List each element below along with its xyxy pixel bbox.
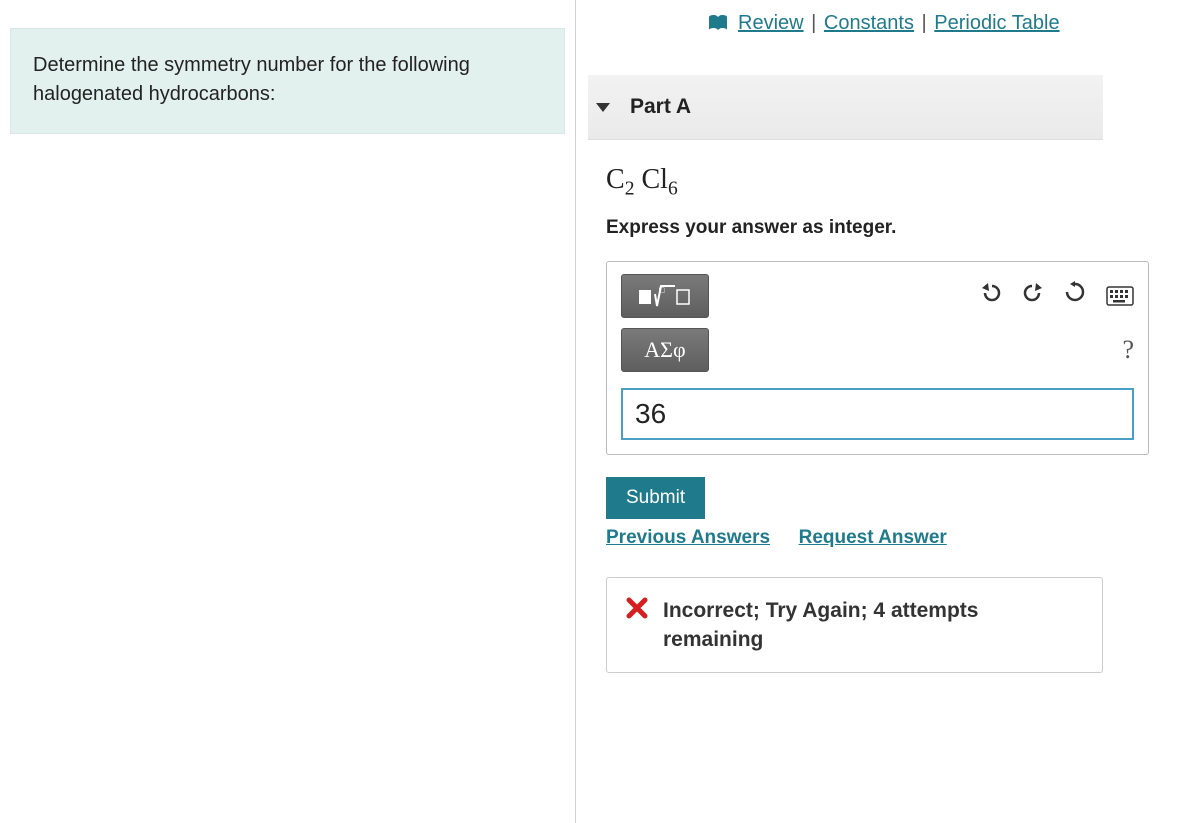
answer-input[interactable]: [621, 388, 1134, 440]
request-answer-link[interactable]: Request Answer: [799, 527, 947, 548]
greek-button-label: ΑΣφ: [644, 337, 685, 363]
wrong-icon: [625, 596, 649, 626]
redo-icon[interactable]: [1022, 282, 1044, 310]
submit-button[interactable]: Submit: [606, 477, 705, 519]
chevron-down-icon: [596, 103, 610, 112]
constants-link[interactable]: Constants: [824, 12, 914, 34]
previous-answers-link[interactable]: Previous Answers: [606, 527, 770, 548]
constants-link-label: Constants: [824, 12, 914, 34]
previous-answers-label: Previous Answers: [606, 527, 770, 548]
answer-widget: □: [606, 261, 1149, 455]
separator: |: [922, 12, 927, 34]
undo-icon[interactable]: [980, 282, 1002, 310]
request-answer-label: Request Answer: [799, 527, 947, 548]
question-prompt: Determine the symmetry number for the fo…: [10, 28, 565, 134]
separator: |: [811, 12, 816, 34]
book-icon: [708, 14, 728, 37]
part-title: Part A: [630, 95, 691, 119]
help-icon[interactable]: ?: [1122, 335, 1134, 365]
answer-instruction: Express your answer as integer.: [606, 217, 1180, 239]
keyboard-icon[interactable]: [1106, 286, 1134, 306]
review-link[interactable]: Review: [738, 12, 804, 34]
template-icon: □: [637, 282, 693, 310]
left-panel: Determine the symmetry number for the fo…: [0, 0, 575, 823]
top-links-bar: Review | Constants | Periodic Table: [588, 12, 1180, 37]
chemical-formula: C2 Cl6: [606, 164, 1180, 201]
feedback-box: Incorrect; Try Again; 4 attempts remaini…: [606, 577, 1103, 674]
feedback-text: Incorrect; Try Again; 4 attempts remaini…: [663, 596, 1084, 655]
greek-symbols-button[interactable]: ΑΣφ: [621, 328, 709, 372]
reset-icon[interactable]: [1064, 281, 1086, 310]
part-header[interactable]: Part A: [588, 75, 1103, 140]
math-template-button[interactable]: □: [621, 274, 709, 318]
right-panel: Review | Constants | Periodic Table Part…: [576, 0, 1200, 823]
submit-button-label: Submit: [626, 487, 685, 508]
review-link-label: Review: [738, 12, 804, 34]
periodic-table-link[interactable]: Periodic Table: [934, 12, 1059, 34]
periodic-link-label: Periodic Table: [934, 12, 1059, 34]
